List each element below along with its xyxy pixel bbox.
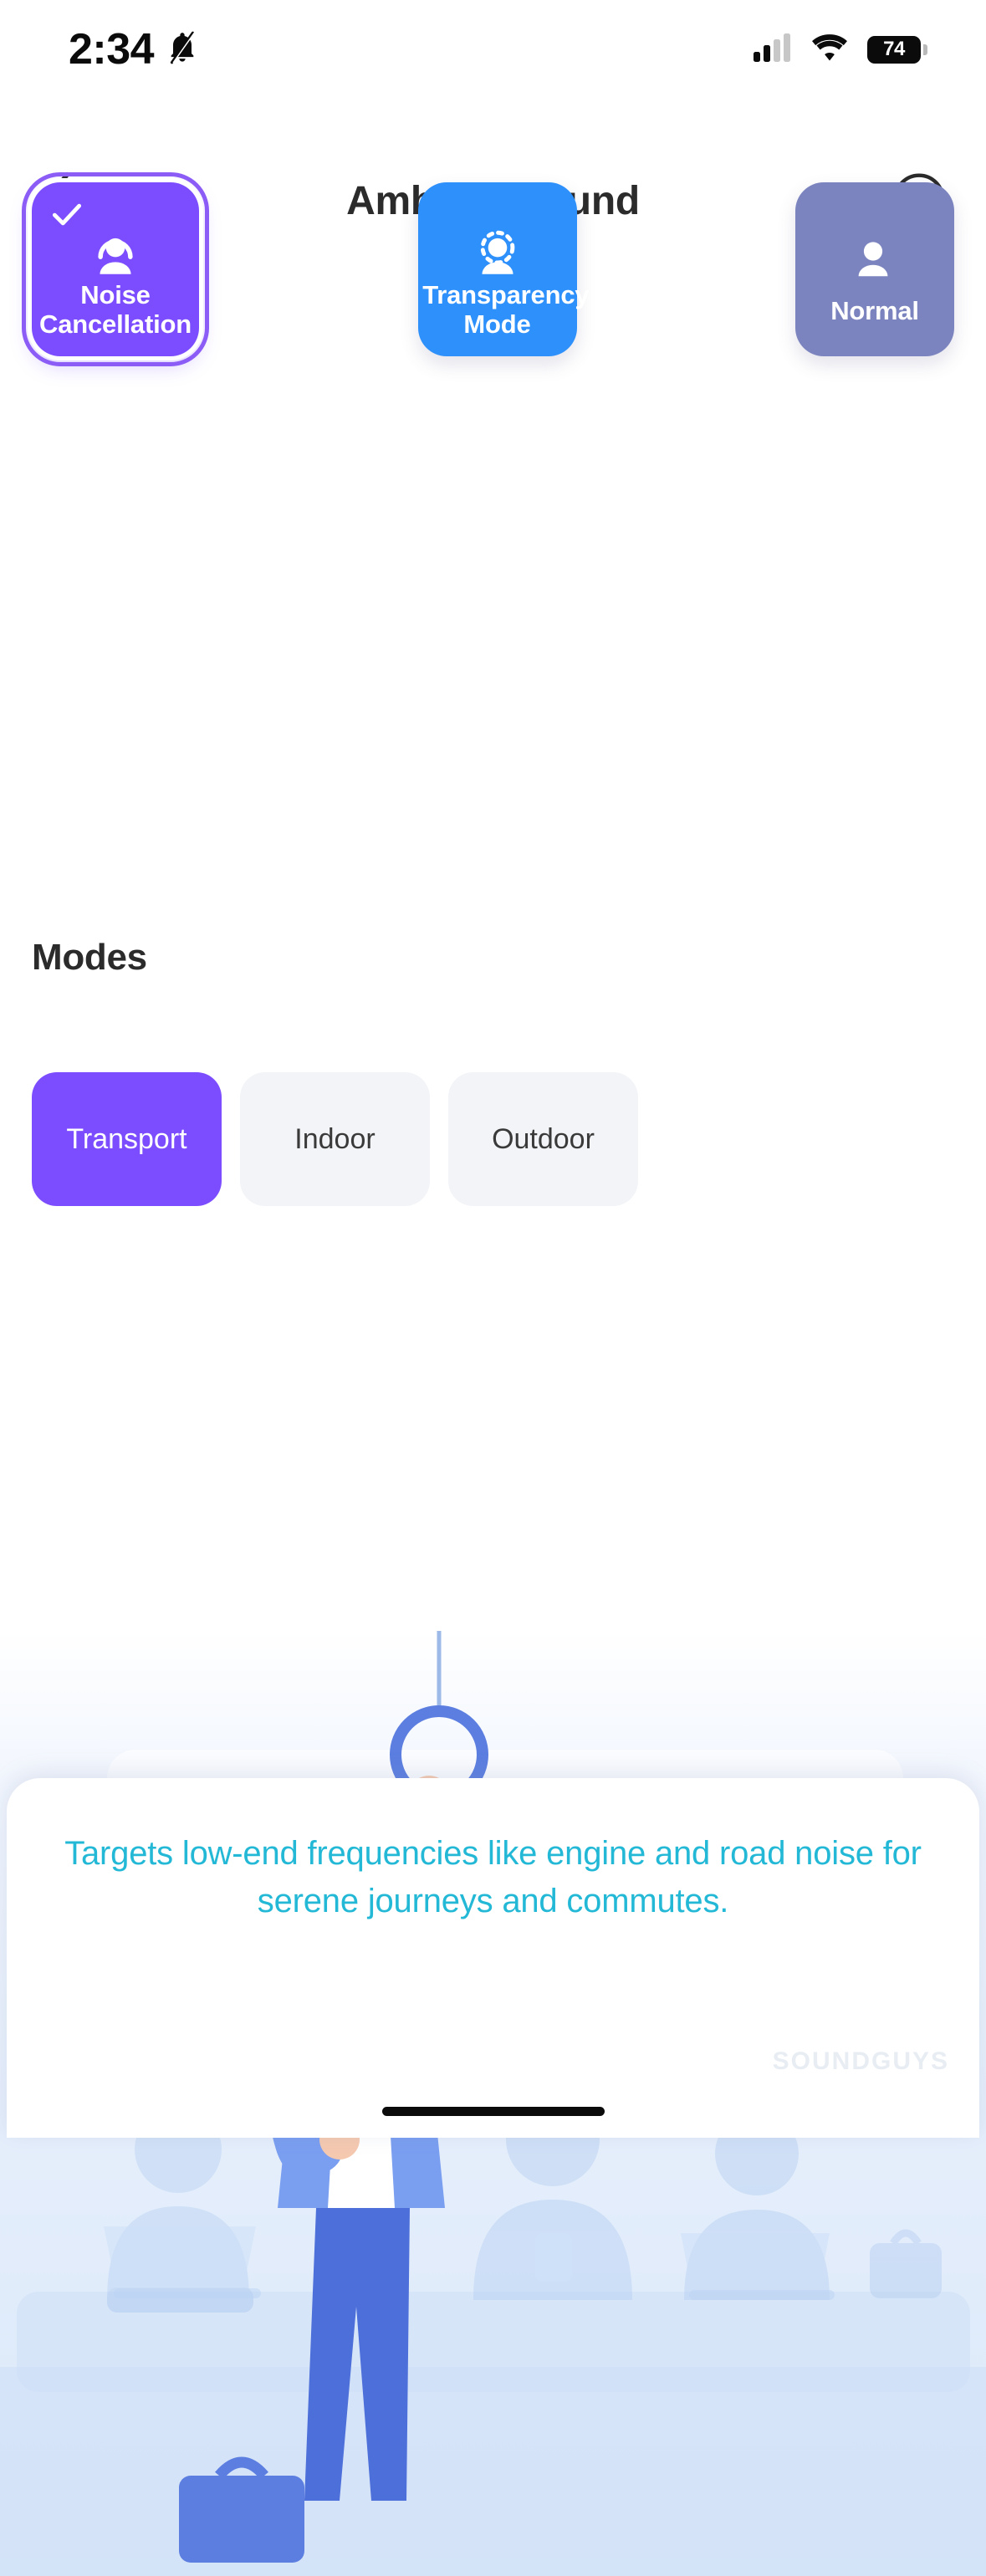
bell-muted-icon bbox=[166, 30, 199, 69]
mode-description-text: Targets low-end frequencies like engine … bbox=[64, 1835, 922, 1919]
cellular-signal-icon bbox=[754, 33, 792, 66]
watermark-label: SOUNDGUYS bbox=[772, 2047, 949, 2075]
mode-pill-label: Indoor bbox=[294, 1122, 375, 1155]
anc-card-label: Transparency Mode bbox=[422, 279, 590, 340]
mode-pill-outdoor[interactable]: Outdoor bbox=[448, 1072, 638, 1206]
modes-heading: Modes bbox=[32, 937, 147, 978]
mode-description-card: Targets low-end frequencies like engine … bbox=[7, 1778, 979, 2138]
anc-card-noise-cancellation[interactable]: Noise Cancellation bbox=[22, 172, 209, 366]
anc-card-normal[interactable]: Normal bbox=[795, 182, 954, 356]
battery-percent: 74 bbox=[883, 38, 905, 60]
mode-pill-transport[interactable]: Transport bbox=[32, 1072, 222, 1206]
person-dashed-ring-icon bbox=[470, 226, 525, 281]
status-bar-left: 2:34 bbox=[69, 24, 199, 74]
ambient-sound-mode-cards: Noise Cancellation Transparency Mode Nor… bbox=[0, 172, 986, 366]
mode-pill-indoor[interactable]: Indoor bbox=[240, 1072, 430, 1206]
mode-pill-label: Outdoor bbox=[492, 1122, 595, 1155]
wifi-icon bbox=[810, 33, 849, 66]
home-indicator[interactable] bbox=[381, 2107, 605, 2116]
status-time: 2:34 bbox=[69, 25, 155, 74]
modes-pill-group: Transport Indoor Outdoor bbox=[32, 1072, 954, 1206]
anc-card-label: Normal bbox=[830, 296, 919, 326]
person-solid-ring-icon bbox=[88, 226, 143, 281]
status-bar: 2:34 74 bbox=[0, 0, 986, 99]
battery-indicator: 74 bbox=[867, 35, 927, 64]
anc-card-label: Noise Cancellation bbox=[39, 279, 192, 340]
anc-card-transparency-mode[interactable]: Transparency Mode bbox=[417, 182, 590, 356]
mode-pill-label: Transport bbox=[66, 1122, 187, 1155]
status-bar-right: 74 bbox=[754, 33, 927, 66]
check-icon bbox=[49, 196, 85, 233]
person-plain-icon bbox=[847, 231, 902, 286]
